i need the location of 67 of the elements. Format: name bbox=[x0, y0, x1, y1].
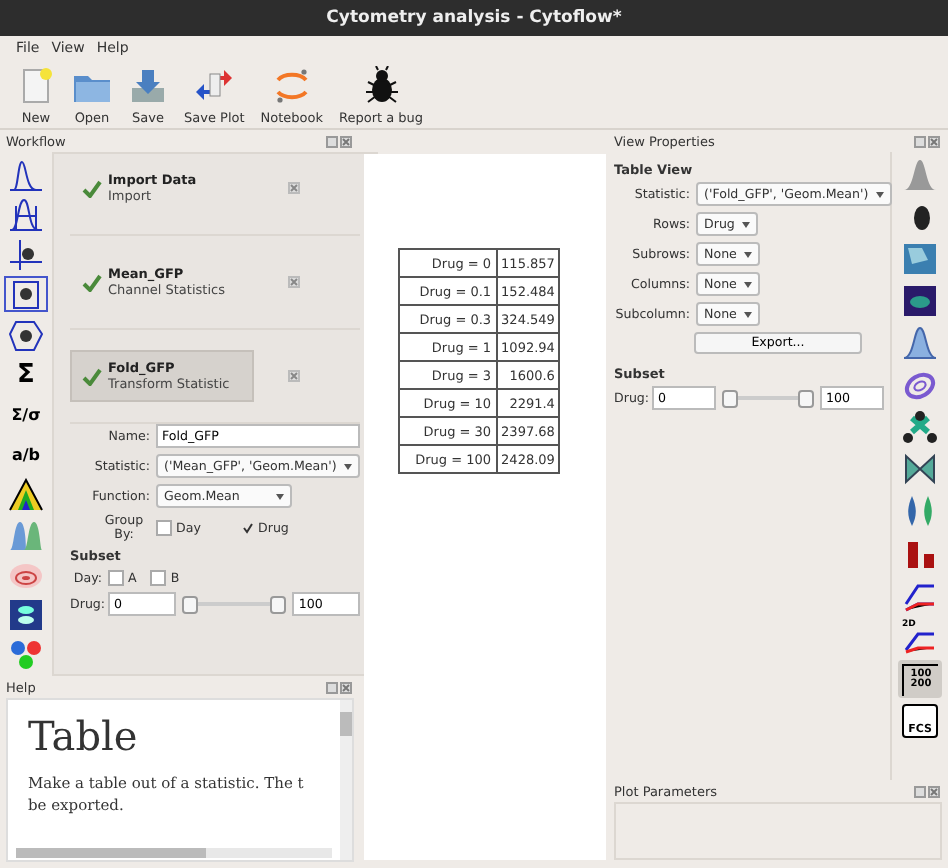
operation-glyph: a/b bbox=[11, 445, 41, 463]
operation-button[interactable] bbox=[4, 236, 48, 272]
network-icon bbox=[902, 410, 938, 444]
operation-glyph: Σ/σ bbox=[11, 405, 41, 423]
operation-button[interactable]: a/b bbox=[4, 436, 48, 472]
rainbow-histogram-icon bbox=[8, 477, 44, 511]
dock-buttons-icon[interactable] bbox=[326, 681, 354, 693]
check-icon bbox=[82, 367, 102, 385]
density-plot-icon bbox=[902, 242, 938, 276]
operation-button[interactable] bbox=[4, 156, 48, 192]
caret-icon bbox=[744, 281, 753, 287]
density-map-icon bbox=[8, 597, 44, 631]
checkbox-box[interactable] bbox=[156, 520, 172, 536]
operation-glyph: Σ bbox=[17, 359, 35, 389]
slider-thumb[interactable] bbox=[182, 596, 198, 614]
polygon-gate-icon bbox=[8, 317, 44, 351]
operation-button[interactable] bbox=[4, 276, 48, 312]
check-icon bbox=[82, 273, 102, 291]
dock-buttons-icon[interactable] bbox=[326, 135, 354, 147]
view-button[interactable] bbox=[898, 408, 942, 446]
threshold-icon bbox=[8, 237, 44, 271]
range-slider[interactable] bbox=[722, 388, 814, 408]
close-icon[interactable] bbox=[288, 182, 301, 194]
histogram-icon bbox=[8, 157, 44, 191]
help-heading: Table bbox=[28, 712, 140, 760]
range-slider[interactable] bbox=[182, 594, 287, 614]
caret-icon bbox=[744, 311, 753, 317]
close-icon[interactable] bbox=[288, 370, 301, 382]
histogram-icon bbox=[902, 158, 938, 192]
horizontal-scrollbar[interactable] bbox=[16, 848, 332, 858]
caret-icon bbox=[344, 463, 353, 469]
slider-thumb[interactable] bbox=[798, 390, 814, 408]
operation-button[interactable] bbox=[4, 316, 48, 352]
heatmap-icon bbox=[902, 284, 938, 318]
spiral-icon bbox=[902, 368, 938, 402]
operation-button[interactable]: Σ/σ bbox=[4, 396, 48, 432]
vertical-scrollbar[interactable] bbox=[340, 700, 352, 860]
operation-button[interactable] bbox=[4, 596, 48, 632]
quad-gate-icon bbox=[8, 277, 44, 311]
range-gate-icon bbox=[8, 197, 44, 231]
caret-icon bbox=[742, 221, 751, 227]
bar-chart-icon bbox=[902, 536, 938, 570]
bowtie-icon bbox=[902, 452, 938, 486]
violin-plot-icon bbox=[902, 494, 938, 528]
window-title: Cytometry analysis - Cytoflow* bbox=[0, 0, 948, 36]
clusters-icon bbox=[8, 637, 44, 671]
dock-buttons-icon[interactable] bbox=[914, 785, 942, 797]
checkbox-box[interactable] bbox=[150, 570, 167, 586]
slider-thumb[interactable] bbox=[722, 390, 738, 408]
operation-button[interactable] bbox=[4, 196, 48, 232]
view-button[interactable] bbox=[898, 282, 942, 320]
dock-buttons-icon[interactable] bbox=[914, 135, 942, 147]
checkbox-box[interactable] bbox=[242, 522, 254, 534]
caret-icon bbox=[876, 191, 885, 197]
bell-curve-icon bbox=[902, 326, 938, 360]
operation-button[interactable] bbox=[4, 476, 48, 512]
checkbox-box[interactable] bbox=[108, 570, 124, 586]
caret-icon bbox=[276, 493, 284, 499]
slider-thumb[interactable] bbox=[270, 596, 287, 614]
notebook-icon bbox=[271, 66, 312, 106]
close-icon[interactable] bbox=[288, 276, 301, 288]
caret-icon bbox=[744, 251, 753, 257]
operation-button[interactable]: Σ bbox=[4, 356, 48, 392]
two-peaks-icon bbox=[8, 517, 44, 551]
bug-icon bbox=[361, 66, 402, 106]
check-icon bbox=[82, 179, 102, 197]
save-icon bbox=[128, 66, 168, 106]
